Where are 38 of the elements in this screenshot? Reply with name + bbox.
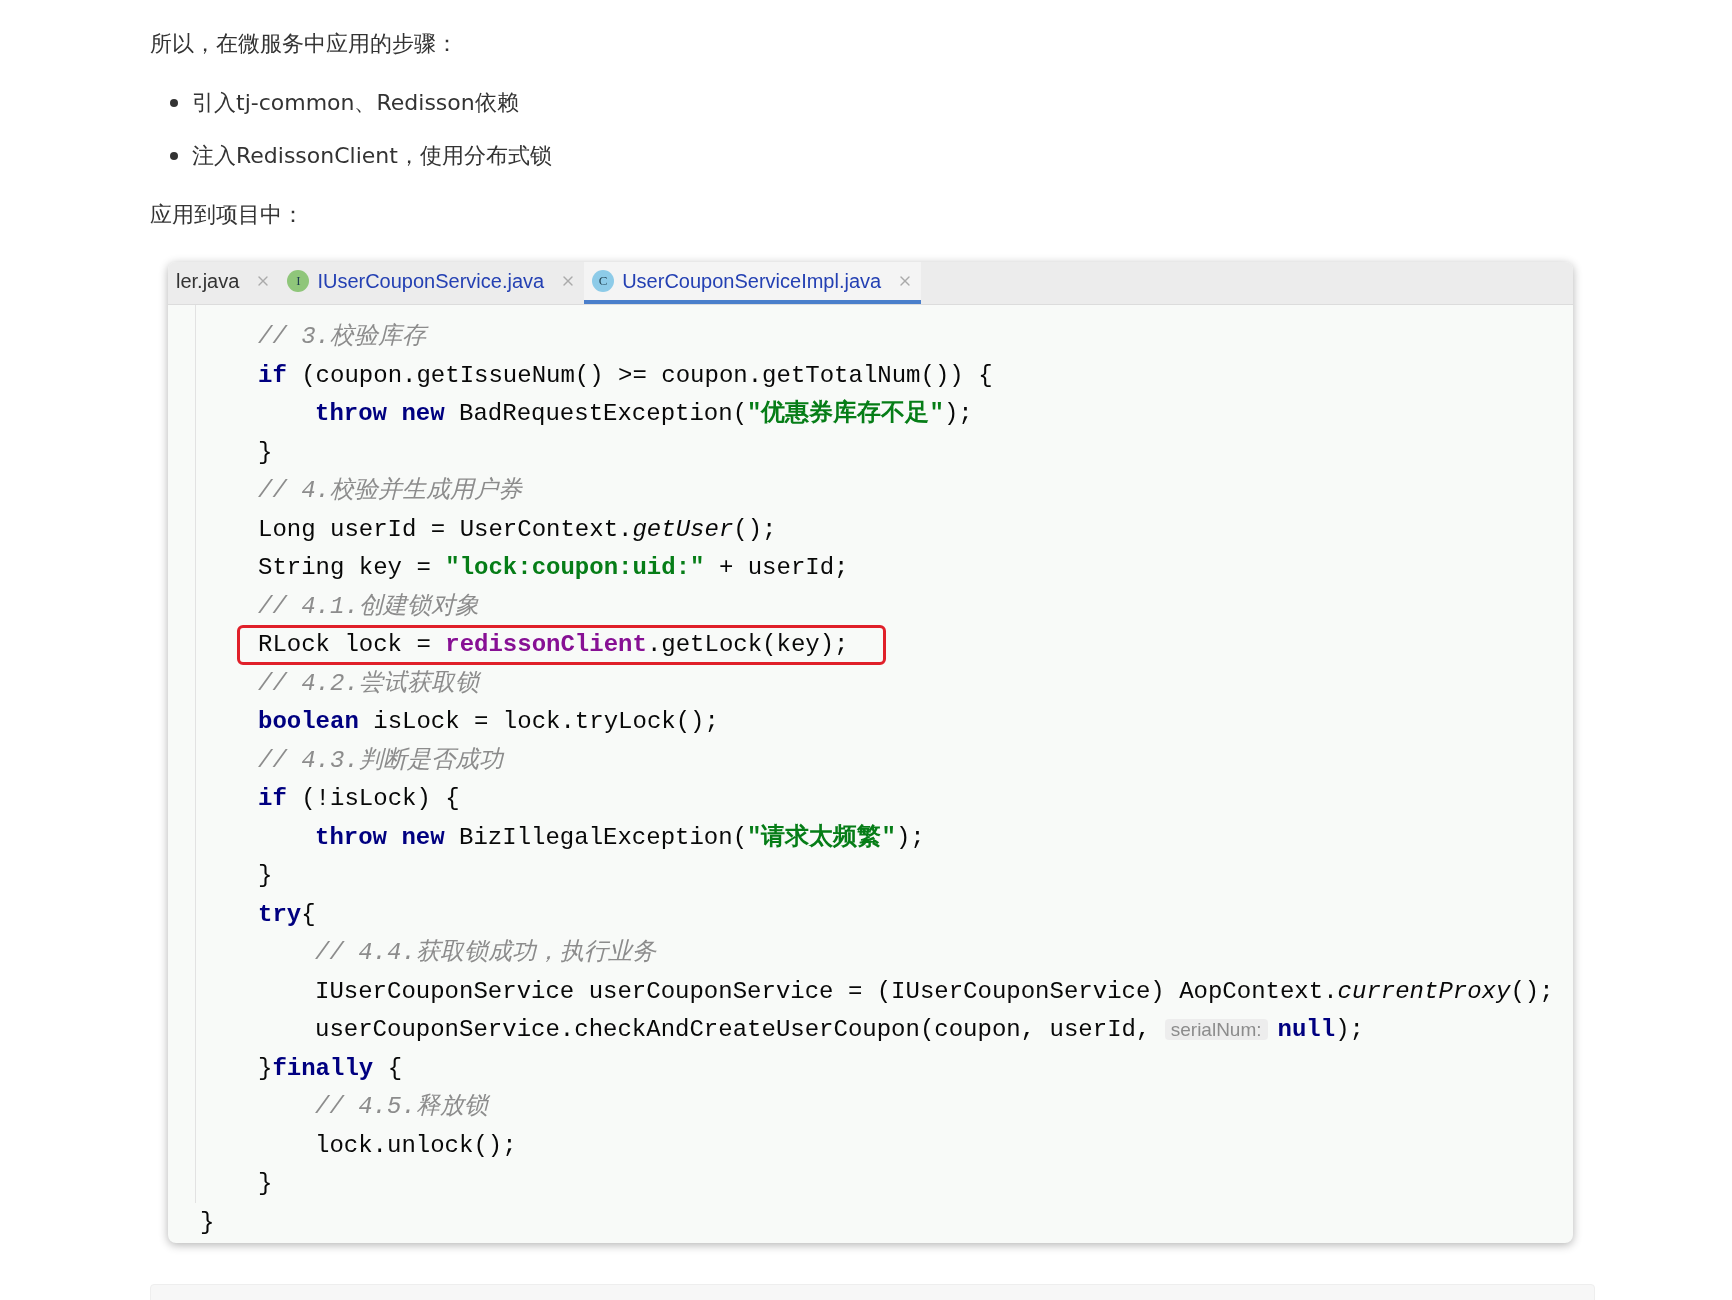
code-line: } bbox=[258, 861, 273, 892]
code-line: // 4.5.释放锁 bbox=[315, 1092, 488, 1123]
code-line: }finally { bbox=[258, 1053, 403, 1084]
editor-tab[interactable]: I IUserCouponService.java bbox=[279, 262, 585, 304]
code-line: if (!isLock) { bbox=[258, 784, 460, 815]
code-line: boolean isLock = lock.tryLock(); bbox=[258, 707, 719, 738]
code-line: // 4.1.创建锁对象 bbox=[258, 591, 479, 622]
code-line: Long userId = UserContext.getUser(); bbox=[258, 514, 777, 545]
code-line: throw new BizIllegalException("请求太频繁"); bbox=[315, 822, 925, 853]
bullet-icon bbox=[170, 98, 178, 107]
tab-label: IUserCouponService.java bbox=[317, 269, 545, 294]
tab-label: UserCouponServiceImpl.java bbox=[622, 269, 882, 294]
code-line: RLock lock = redissonClient.getLock(key); bbox=[240, 628, 883, 663]
file-type-icon: I bbox=[287, 270, 310, 292]
code-line: // 4.3.判断是否成功 bbox=[258, 745, 503, 776]
code-line: } bbox=[258, 1169, 273, 1200]
parameter-hint: serialNum: bbox=[1164, 1019, 1268, 1041]
tab-label: ler.java bbox=[176, 269, 240, 294]
code-line: } bbox=[258, 437, 273, 468]
code-line: // 4.4.获取锁成功，执行业务 bbox=[315, 938, 656, 969]
code-line: } bbox=[200, 1207, 215, 1238]
code-line: userCouponService.checkAndCreateUserCoupon(coupon, userId, serialNum: null); bbox=[315, 1015, 1364, 1046]
bullet-icon bbox=[170, 151, 178, 160]
code-line: lock.unlock(); bbox=[315, 1130, 517, 1161]
code-line: String key = "lock:coupon:uid:" + userId; bbox=[258, 553, 849, 584]
code-line: // 4.2.尝试获取锁 bbox=[258, 668, 479, 699]
code-line: if (coupon.getIssueNum() >= coupon.getTotalNum()) { bbox=[258, 360, 993, 391]
code-line: try{ bbox=[258, 899, 316, 930]
apply-text: 应用到项目中： bbox=[150, 201, 304, 229]
editor-tab[interactable]: C UserCouponServiceImpl.java bbox=[584, 262, 922, 304]
step-text: 注入RedissonClient，使用分布式锁 bbox=[192, 142, 552, 170]
code-line: IUserCouponService userCouponService = (IUserCouponService) AopContext.currentProxy(); bbox=[315, 976, 1554, 1007]
code-line: throw new BadRequestException("优惠券库存不足"); bbox=[315, 398, 973, 430]
intro-text: 所以，在微服务中应用的步骤： bbox=[150, 30, 458, 58]
code-line: // 4.校验并生成用户券 bbox=[258, 476, 522, 507]
step-text: 引入tj-common、Redisson依赖 bbox=[192, 89, 519, 117]
file-type-icon: C bbox=[592, 270, 615, 292]
editor-tab[interactable]: ler.java bbox=[168, 262, 280, 304]
